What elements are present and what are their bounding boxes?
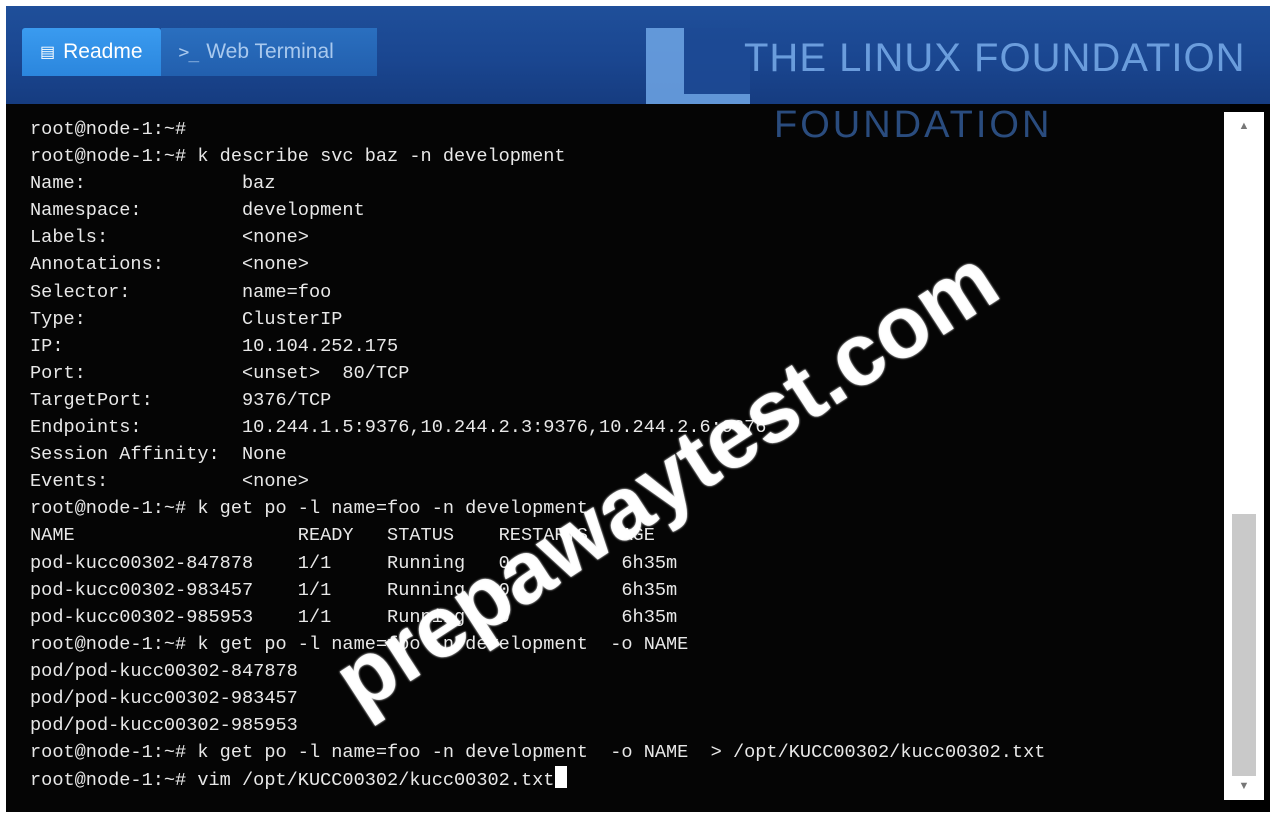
- terminal-line: Selector: name=foo: [30, 281, 332, 303]
- terminal-line: IP: 10.104.252.175: [30, 335, 399, 357]
- terminal-line: Name: baz: [30, 173, 276, 195]
- terminal-line: Labels: <none>: [30, 227, 309, 249]
- terminal-line: Events: <none>: [30, 471, 309, 493]
- terminal-line: root@node-1:~# k get po -l name=foo -n d…: [30, 498, 588, 520]
- tab-web-terminal[interactable]: >_ Web Terminal: [160, 28, 377, 76]
- terminal-line: pod-kucc00302-847878 1/1 Running 0 6h35m: [30, 552, 678, 574]
- tab-web-terminal-label: Web Terminal: [206, 40, 334, 63]
- terminal-prompt-icon: >_: [178, 41, 200, 63]
- terminal-line: pod/pod-kucc00302-985953: [30, 715, 298, 737]
- terminal-line: root@node-1:~# k get po -l name=foo -n d…: [30, 742, 1046, 764]
- terminal-line: Annotations: <none>: [30, 254, 309, 276]
- logo-text: THE LINUX FOUNDATION: [744, 36, 1246, 80]
- terminal-cursor: [555, 766, 568, 789]
- top-bar: ▤ Readme >_ Web Terminal THE LINUX FOUND…: [6, 6, 1270, 128]
- terminal-line: pod/pod-kucc00302-847878: [30, 660, 298, 682]
- terminal-line: root@node-1:~# k get po -l name=foo -n d…: [30, 633, 689, 655]
- terminal-line: pod-kucc00302-983457 1/1 Running 0 6h35m: [30, 579, 678, 601]
- terminal-output[interactable]: root@node-1:~# root@node-1:~# k describe …: [6, 104, 1230, 812]
- terminal-line: Session Affinity: None: [30, 444, 287, 466]
- terminal-line: root@node-1:~# k describe svc baz -n dev…: [30, 146, 566, 168]
- scroll-up-arrow-icon[interactable]: ▲: [1234, 116, 1254, 136]
- book-icon: ▤: [40, 44, 56, 61]
- tab-readme-label: Readme: [63, 40, 143, 63]
- terminal-line: root@node-1:~#: [30, 119, 187, 140]
- scrollbar[interactable]: ▲ ▼: [1224, 112, 1264, 800]
- terminal-line: NAME READY STATUS RESTARTS AGE: [30, 525, 655, 547]
- terminal-line: Endpoints: 10.244.1.5:9376,10.244.2.3:93…: [30, 417, 767, 439]
- scroll-thumb[interactable]: [1232, 514, 1256, 776]
- terminal-line: Port: <unset> 80/TCP: [30, 362, 410, 384]
- terminal-line: pod-kucc00302-985953 1/1 Running 0 6h35m: [30, 606, 678, 628]
- terminal-line: root@node-1:~# vim /opt/KUCC00302/kucc00…: [30, 766, 1045, 793]
- tab-bar: ▤ Readme >_ Web Terminal: [22, 28, 377, 76]
- scroll-down-arrow-icon[interactable]: ▼: [1234, 776, 1254, 796]
- terminal-lines: root@node-1:~# root@node-1:~# k describe …: [30, 116, 1045, 793]
- terminal-line: TargetPort: 9376/TCP: [30, 389, 332, 411]
- terminal-line: Type: ClusterIP: [30, 308, 343, 330]
- tab-readme[interactable]: ▤ Readme: [22, 28, 161, 76]
- app-window: ▤ Readme >_ Web Terminal THE LINUX FOUND…: [6, 6, 1270, 812]
- terminal-line: pod/pod-kucc00302-983457: [30, 687, 298, 709]
- terminal-line: Namespace: development: [30, 200, 365, 222]
